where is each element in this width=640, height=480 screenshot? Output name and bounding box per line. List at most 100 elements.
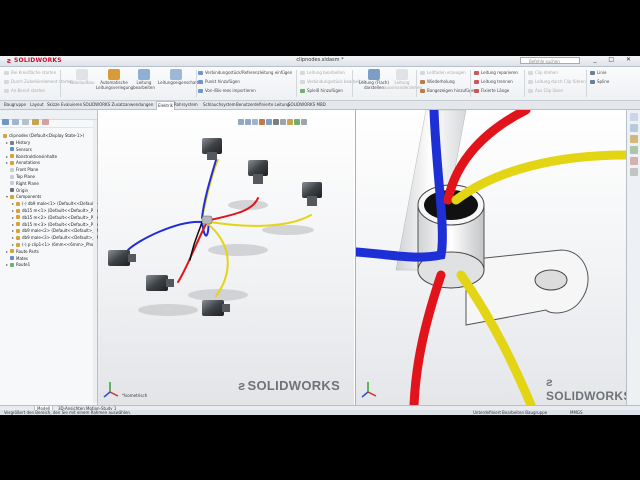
command-label: An Bereit starten [11,88,46,93]
property-manager-icon[interactable] [12,119,19,125]
command-tab[interactable]: Elektrik [156,101,176,110]
graphics-viewport-detail[interactable]: ƨSOLIDWORKS [355,110,626,405]
view-palette-icon[interactable] [630,146,638,154]
command-manager-tabs: Baugruppe Layout Skizze Evaluieren SOLIDWORK… [0,101,640,110]
command-tab[interactable]: Layout [30,102,44,107]
tree-root-assembly[interactable]: clipnodes (Default<Display State-1>) [3,133,84,138]
tree-node[interactable]: ▸ db15 m<2> (Default<<Default>_Pho [12,215,98,220]
tree-node[interactable]: Sensors [6,147,32,152]
tree-node-icon [16,208,20,213]
command-label: Aus Clip lösen [535,88,564,93]
ribbon-command[interactable]: Spline [590,79,609,84]
graphics-viewport-overview[interactable]: *Isometrisch ƨ SOLIDWORKS [98,110,354,405]
tree-node-icon [10,160,14,165]
ribbon-large-button[interactable]: Leitungseigenschaften [158,69,203,86]
command-tab[interactable]: Skizze [47,102,60,107]
appearances-icon[interactable] [630,157,638,165]
wire-blue-lower [127,220,203,251]
dimxpert-icon[interactable] [32,119,39,125]
wire-yellow-left [201,159,219,219]
command-icon [420,89,425,93]
design-library-icon[interactable] [630,124,638,132]
command-icon [474,71,479,75]
large-command-icon [138,69,150,80]
tree-node[interactable]: ▸ Konstruktionsinhalte [6,154,57,159]
command-tab[interactable]: Evaluieren [61,102,82,107]
command-tab[interactable]: SOLIDWORKS Zusatzanwendungen [83,102,153,107]
display-manager-icon[interactable] [42,119,49,125]
ribbon-command[interactable]: Leitung bearbeiten [300,70,345,75]
tree-node-label: db9 male<2> (Default<<Default>_Ph [22,228,100,234]
tree-root-label: clipnodes (Default<Display State-1>) [9,133,85,138]
tree-node[interactable]: ▸ db15 m<3> (Default<<Default>_Pho [12,222,98,227]
tree-node[interactable]: ▸ db9 male<2> (Default<<Default>_Ph [12,228,99,233]
ribbon-command[interactable]: Leitung trennen [474,79,513,84]
ribbon-command[interactable]: Leitung durch Clip führen [528,79,586,84]
configuration-manager-icon[interactable] [22,119,29,125]
tree-node[interactable]: ▸ Route1 [6,262,30,267]
ribbon-command[interactable]: Spleiß hinzufügen [300,88,343,93]
ds-logo-icon: ƨ [238,378,246,393]
command-tab[interactable]: SOLIDWORKS MBD [288,102,326,107]
command-tab[interactable]: Benutzerdefinierte Leitung [236,102,289,107]
feature-manager-icon[interactable] [2,119,9,125]
tree-node-label: db9 male<3> (Default<<Default>_Ph [22,235,100,241]
tree-node[interactable]: Top Plane [6,174,35,179]
ribbon-large-button[interactable]: Leitung auseinanderziehen [384,69,422,90]
command-tab[interactable]: Baugruppe [4,102,26,107]
letterbox-bottom [0,415,640,480]
resources-icon[interactable] [630,113,638,121]
command-icon [528,80,533,84]
ribbon-separator [524,70,525,97]
feature-manager-toolbar [0,110,97,125]
command-icon [300,71,305,75]
ribbon-command[interactable]: Fixierte Länge [474,88,509,93]
tree-node[interactable]: ▾ Components [6,194,41,199]
tree-node-icon [10,174,14,179]
custom-properties-icon[interactable] [630,168,638,176]
command-icon [198,71,203,75]
tree-node-label: Components [16,194,42,200]
ribbon-command[interactable]: Durch Zubehörelement starten [4,79,73,84]
task-pane [626,110,640,405]
file-explorer-icon[interactable] [630,135,638,143]
tree-node[interactable]: ▸ db9 male<3> (Default<<Default>_Ph [12,235,99,240]
ribbon-command[interactable]: Bangezeigen hinzufügen [420,88,477,93]
tree-node[interactable]: Origin [6,188,28,193]
ribbon-command[interactable]: Wiederholung [420,79,455,84]
ribbon-command[interactable]: Punkt hinzufügen [198,79,240,84]
ribbon-command[interactable]: Bei Kreisfläche starten [4,70,56,75]
tree-node[interactable]: ▸ db15 m<1> (Default<<Default>_Pho [12,208,98,213]
tree-node-icon [16,201,20,206]
assembly-overview-graphic [103,138,322,398]
command-icon [528,71,533,75]
ribbon-command[interactable]: Leitung reparieren [474,70,518,75]
ribbon-large-button[interactable]: Leitung bearbeiten [126,69,162,90]
ribbon-command[interactable]: Von-/Bis-rees importieren [198,88,256,93]
tree-node[interactable]: ▸ Annotations [6,160,40,165]
tree-node-icon [10,181,14,186]
tree-node[interactable]: Mates [6,256,28,261]
command-tab[interactable]: Rohrsystem [174,102,198,107]
tree-node[interactable]: Front Plane [6,167,38,172]
ribbon-command[interactable]: Leitfaden erzeugen [420,70,466,75]
command-search-input[interactable]: Befehle suchen [520,57,580,64]
ribbon-large-button[interactable]: Kabelaufbau [64,69,100,86]
command-label: Von-/Bis-rees importieren [205,88,256,93]
ribbon-command[interactable]: An Bereit starten [4,88,45,93]
tree-node[interactable]: Right Plane [6,181,39,186]
ribbon-command[interactable]: Verbindungsstück/Referenzleitung einfüge… [198,70,292,75]
tree-scrollbar[interactable] [93,120,97,403]
ribbon-command[interactable]: Aus Clip lösen [528,88,563,93]
ribbon-command[interactable]: Clip drehen [528,70,558,75]
ribbon-separator [296,70,297,97]
large-command-label: Kabelaufbau [69,80,95,85]
tree-node[interactable]: ▸ History [6,140,30,145]
tree-node[interactable]: ▸ (-) p clip1<1> (6mm<<6mm>_Photo [12,242,97,247]
command-tab[interactable]: Schlauchsystem [203,102,236,107]
window-controls[interactable]: _ □ ✕ [593,56,636,63]
ribbon-command[interactable]: Linie [590,70,606,75]
large-command-icon [170,69,182,80]
command-label: Punkt hinzufügen [205,79,240,84]
tree-node[interactable]: ▸ Route Parts [6,249,39,254]
